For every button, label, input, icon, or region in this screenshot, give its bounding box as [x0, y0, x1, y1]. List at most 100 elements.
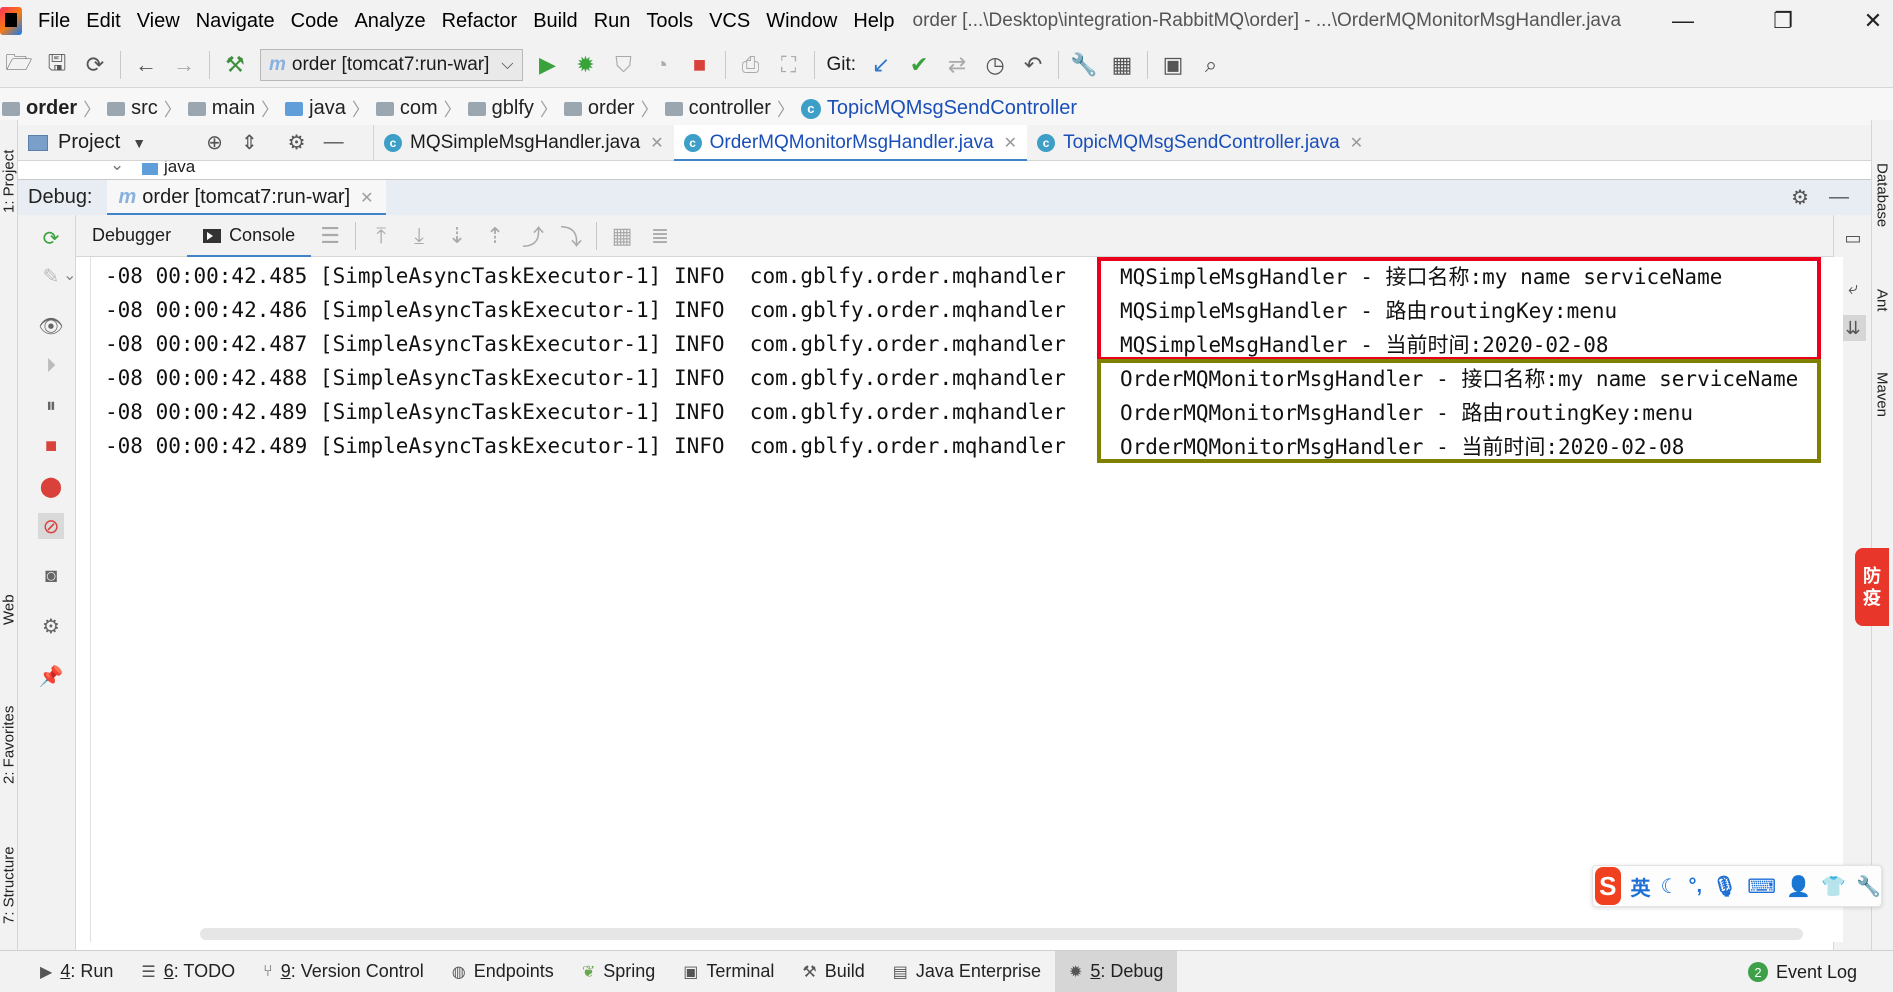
project-structure-icon[interactable]: ▦ — [1103, 46, 1141, 84]
microphone-icon[interactable]: 🎙 — [1712, 874, 1737, 899]
menu-code[interactable]: Code — [283, 10, 347, 33]
tool-tab-version-control[interactable]: ⑂ 9: Version Control — [249, 951, 438, 992]
git-commit-icon[interactable]: ✔ — [900, 46, 938, 84]
chevron-down-icon[interactable]: ▼ — [132, 135, 146, 151]
console-output[interactable]: ⌄ -08 00:00:42.485 [SimpleAsyncTaskExecu… — [63, 257, 1843, 942]
restore-button[interactable]: ❐ — [1753, 0, 1813, 42]
tool-tab-favorites[interactable]: 2: Favorites — [0, 680, 18, 810]
run-icon[interactable]: ▶ — [529, 46, 567, 84]
close-window-button[interactable]: ✕ — [1843, 0, 1893, 42]
tool-tab-debug[interactable]: ✹ 5: Debug — [1054, 950, 1178, 992]
breakpoints-icon[interactable]: ⬤ — [38, 473, 64, 499]
menu-navigate[interactable]: Navigate — [188, 10, 283, 33]
fold-chevron-icon[interactable]: ⌄ — [63, 265, 76, 285]
project-pane-header[interactable]: Project ▼ ⊕ ⇕ ⚙ — — [18, 124, 374, 161]
close-tab-icon[interactable]: ✕ — [360, 188, 373, 208]
back-arrow-icon[interactable]: ← — [127, 46, 165, 84]
locate-crosshair-icon[interactable]: ⊕ — [206, 130, 223, 155]
breadcrumb-item[interactable]: src 〉 — [107, 96, 188, 122]
ime-mode[interactable]: 英 — [1631, 872, 1651, 901]
punctuation-icon[interactable]: °, — [1688, 875, 1702, 898]
tab-debugger[interactable]: Debugger — [76, 215, 187, 257]
minimize-button[interactable]: — — [1653, 0, 1713, 42]
moon-icon[interactable]: ☾ — [1661, 874, 1679, 899]
menu-file[interactable]: File — [30, 10, 78, 33]
keyboard-icon[interactable]: ⌨ — [1747, 874, 1776, 899]
menu-edit[interactable]: Edit — [78, 10, 128, 33]
tool-tab-endpoints[interactable]: ◍ Endpoints — [438, 951, 568, 992]
editor-tab-ordermqmonitormsghandler[interactable]: c OrderMQMonitorMsgHandler.java ✕ — [673, 124, 1028, 162]
sogou-logo-icon[interactable]: S — [1595, 867, 1621, 905]
horizontal-scrollbar[interactable] — [200, 928, 1803, 940]
debug-bug-icon[interactable]: ✹ — [567, 46, 605, 84]
resume-icon[interactable]: ⏵ — [38, 353, 64, 379]
menu-run[interactable]: Run — [586, 10, 639, 33]
git-history-icon[interactable]: ◷ — [976, 46, 1014, 84]
deploy-icon[interactable]: ⛶ — [770, 46, 808, 84]
close-tab-icon[interactable]: ✕ — [1350, 133, 1363, 153]
shirt-icon[interactable]: 👕 — [1821, 874, 1846, 899]
git-compare-icon[interactable]: ⇄ — [938, 46, 976, 84]
step-over-icon[interactable]: ⤓ — [400, 217, 438, 255]
debug-session-tab[interactable]: m order [tomcat7:run-war] ✕ — [106, 179, 386, 216]
breadcrumb-item[interactable]: java 〉 — [285, 96, 376, 122]
tool-tab-structure[interactable]: 7: Structure — [0, 820, 18, 950]
menu-tools[interactable]: Tools — [638, 10, 701, 33]
breadcrumb-item[interactable]: order 〉 — [2, 96, 107, 122]
editor-tab-mqsimplemsghandler[interactable]: c MQSimpleMsgHandler.java ✕ — [374, 125, 674, 161]
tree-node-label[interactable]: java — [164, 161, 195, 177]
menu-view[interactable]: View — [129, 10, 188, 33]
git-update-icon[interactable]: ↙ — [862, 46, 900, 84]
hide-panel-icon[interactable]: — — [324, 131, 344, 154]
view-breakpoints-eye-icon[interactable]: 👁 — [38, 313, 64, 339]
attach-debugger-icon[interactable]: ⎙ — [732, 46, 770, 84]
menu-help[interactable]: Help — [845, 10, 902, 33]
git-rollback-icon[interactable]: ↶ — [1014, 46, 1052, 84]
open-folder-icon[interactable]: 🗁 — [0, 46, 38, 84]
step-into-icon[interactable]: ⇣ — [438, 217, 476, 255]
fold-icon[interactable]: ▭ — [1840, 225, 1866, 251]
tool-tab-run[interactable]: ▶ 4: Run — [26, 951, 127, 992]
event-log-tab[interactable]: 2 Event Log — [1747, 951, 1857, 992]
profile-icon[interactable]: ◔ — [643, 46, 681, 84]
run-to-cursor-icon[interactable]: ⤵ — [552, 217, 590, 255]
tool-tab-todo[interactable]: ☰ 6: TODO — [127, 951, 249, 992]
trace-icon[interactable]: ≣ — [641, 217, 679, 255]
settings-wrench-icon[interactable]: 🔧 — [1065, 46, 1103, 84]
menu-refactor[interactable]: Refactor — [434, 10, 526, 33]
menu-build[interactable]: Build — [525, 10, 585, 33]
breadcrumb-item[interactable]: main 〉 — [187, 96, 285, 122]
build-hammer-icon[interactable]: ⚒ — [216, 46, 254, 84]
tool-tab-spring[interactable]: ❦ Spring — [568, 951, 669, 992]
breadcrumb-item[interactable]: com 〉 — [375, 96, 468, 122]
hide-panel-icon[interactable]: — — [1829, 186, 1849, 209]
terminal-window-icon[interactable]: ▣ — [1154, 46, 1192, 84]
close-tab-icon[interactable]: ✕ — [1004, 133, 1017, 153]
step-out-icon[interactable]: ⤴ — [514, 217, 552, 255]
tool-tab-maven[interactable]: Maven — [1871, 350, 1893, 440]
breadcrumb-item[interactable]: order 〉 — [563, 96, 665, 122]
collapse-all-icon[interactable]: ⇕ — [241, 130, 258, 155]
gear-icon[interactable]: ⚙ — [38, 613, 64, 639]
wrench-icon[interactable]: 🔧 — [1856, 874, 1881, 899]
modify-run-icon[interactable]: ✎ — [38, 263, 64, 289]
soft-wrap-icon[interactable]: ⤶ — [1840, 275, 1866, 301]
tab-console[interactable]: Console — [187, 215, 312, 258]
coverage-icon[interactable]: ⛉ — [605, 46, 643, 84]
editor-tab-topicmqmsgsendcontroller[interactable]: c TopicMQMsgSendController.java ✕ — [1027, 125, 1373, 161]
tool-tab-web[interactable]: Web — [0, 580, 18, 640]
breadcrumb-item[interactable]: gblfy 〉 — [467, 96, 564, 122]
gear-icon[interactable]: ⚙ — [288, 130, 306, 155]
user-icon[interactable]: 👤 — [1786, 874, 1811, 899]
chevron-down-icon[interactable]: ⌄ — [110, 161, 124, 175]
breadcrumb-item[interactable]: controller 〉 — [664, 96, 801, 122]
menu-window[interactable]: Window — [758, 10, 845, 33]
camera-icon[interactable]: ◙ — [38, 563, 64, 589]
tool-tab-project[interactable]: 1: Project — [0, 126, 18, 236]
epidemic-badge[interactable]: 防 疫 — [1855, 548, 1889, 626]
menu-vcs[interactable]: VCS — [701, 10, 758, 33]
tool-tab-build[interactable]: ⚒ Build — [788, 951, 878, 992]
menu-lines-icon[interactable]: ☰ — [311, 217, 349, 255]
show-execution-point-icon[interactable]: ⤒ — [362, 217, 400, 255]
close-tab-icon[interactable]: ✕ — [650, 133, 663, 153]
